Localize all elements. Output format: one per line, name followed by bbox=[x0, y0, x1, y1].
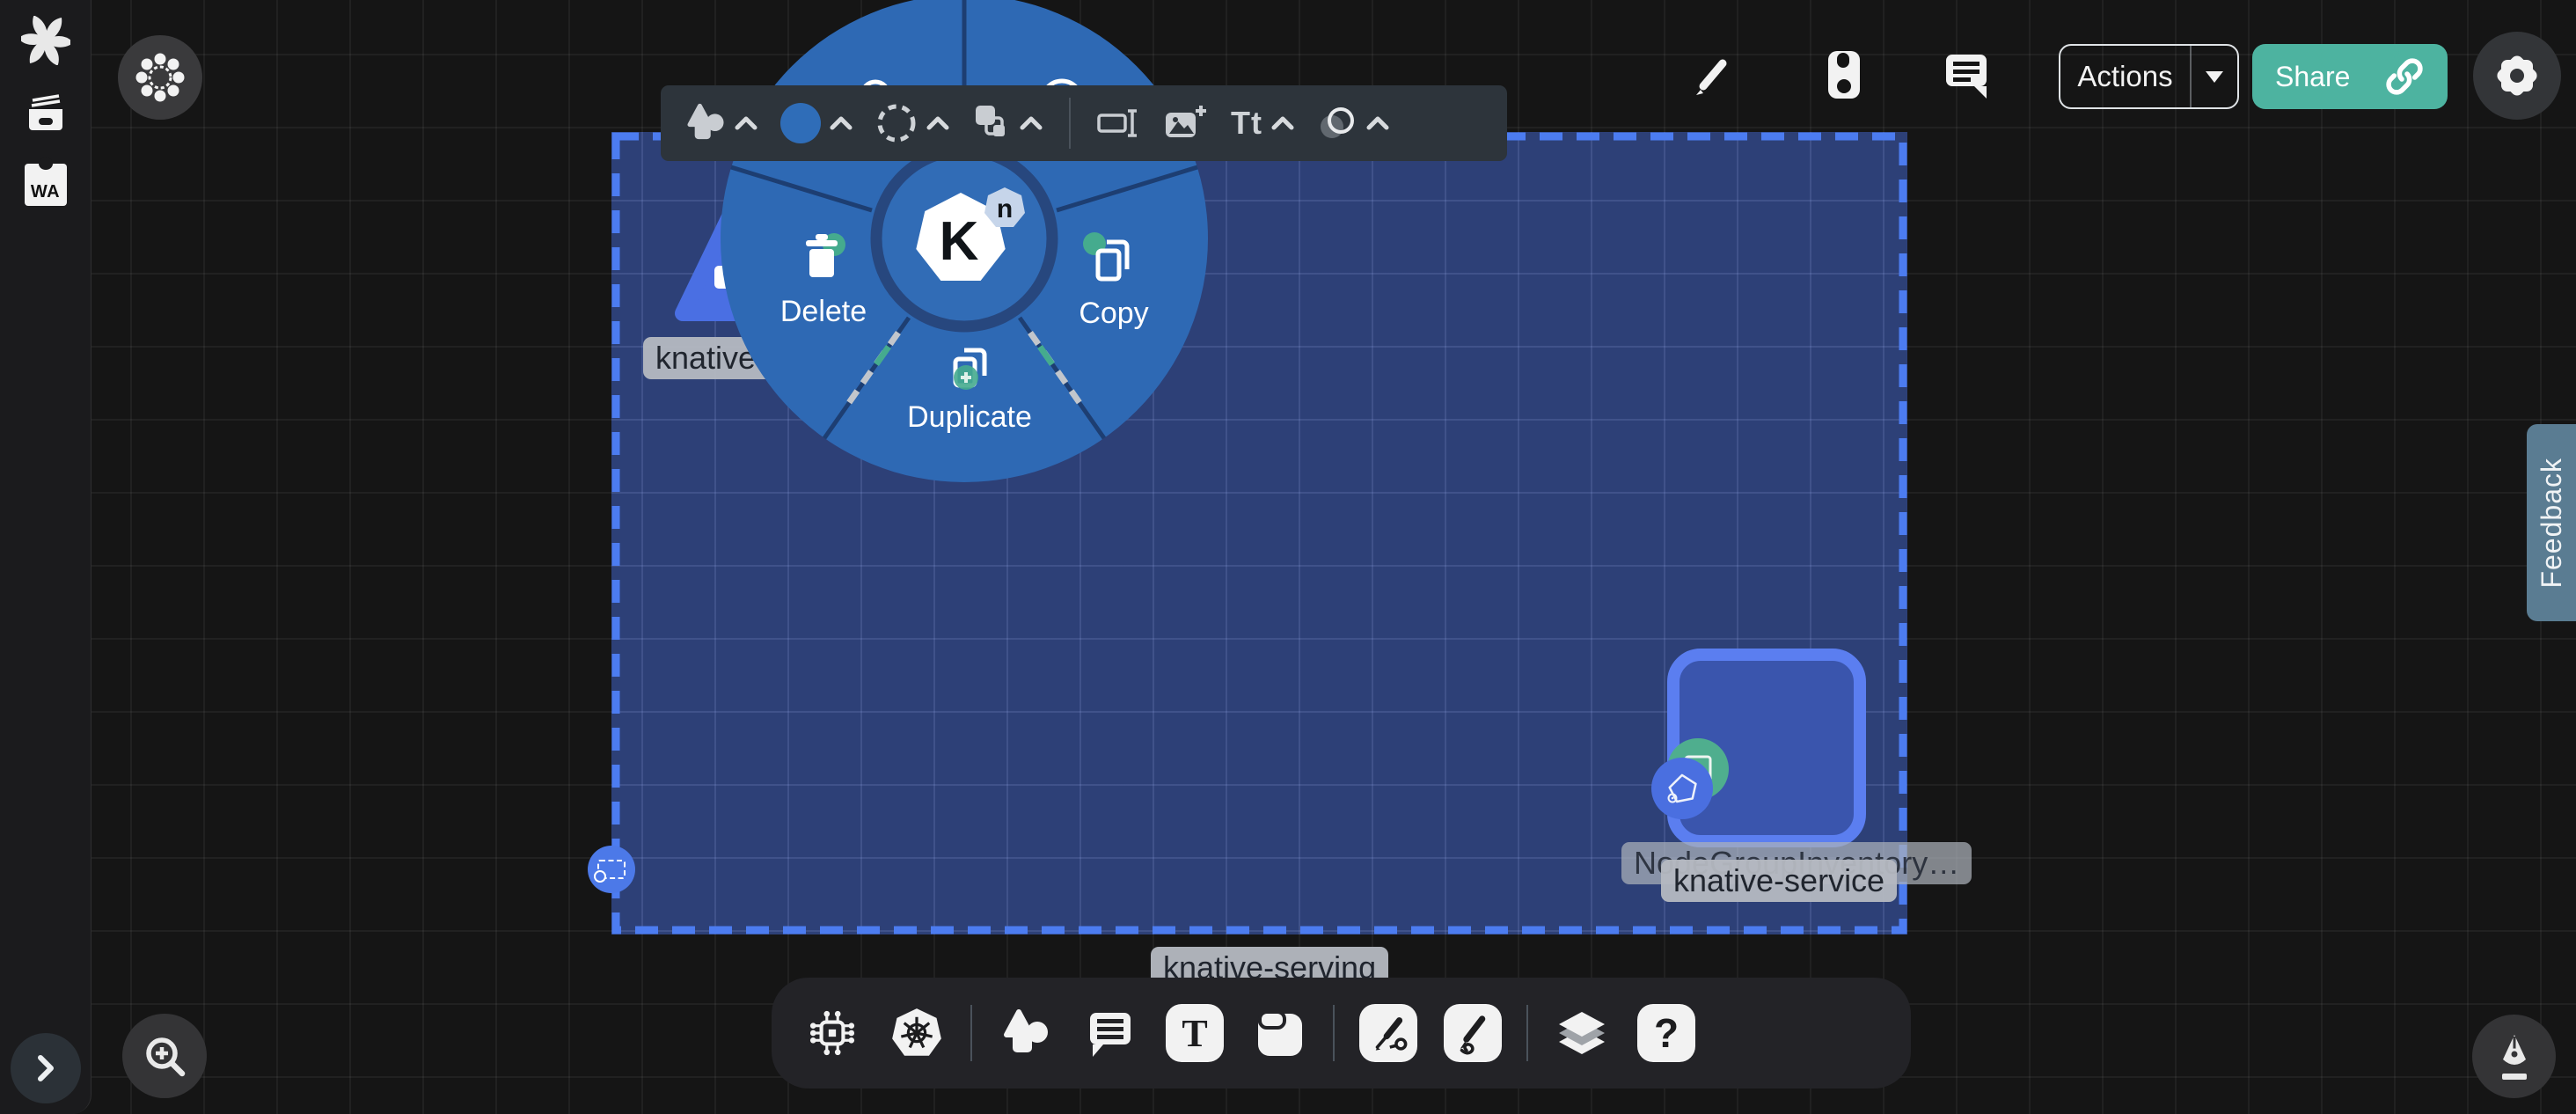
tool-layers[interactable] bbox=[1551, 1002, 1613, 1064]
edit-button[interactable] bbox=[1687, 51, 1737, 105]
pen-nib-icon bbox=[2491, 1031, 2538, 1082]
selection-handle[interactable] bbox=[588, 846, 635, 893]
layers-icon bbox=[1555, 1008, 1608, 1058]
webassembly-icon: WA bbox=[25, 164, 67, 206]
toolbar-divider bbox=[1526, 1005, 1528, 1061]
opacity-button[interactable] bbox=[1312, 105, 1394, 142]
caret-down-icon bbox=[2206, 71, 2223, 83]
pen-connector-icon bbox=[1359, 1004, 1417, 1062]
help-icon: ? bbox=[1637, 1004, 1695, 1062]
save-button[interactable] bbox=[1819, 49, 1869, 106]
diagram-canvas[interactable]: knative-s NodeGroupInventory… knative-se… bbox=[0, 0, 2576, 1114]
main-toolbar: T bbox=[772, 978, 1911, 1088]
kubernetes-icon bbox=[890, 1007, 943, 1059]
tool-shapes[interactable] bbox=[995, 1002, 1057, 1064]
shape-style-button[interactable] bbox=[680, 103, 763, 143]
actions-label: Actions bbox=[2060, 60, 2190, 93]
pencil-scribble-icon bbox=[1444, 1004, 1502, 1062]
svg-text:n: n bbox=[997, 194, 1013, 224]
lasso-icon bbox=[597, 860, 626, 879]
gear-icon bbox=[2490, 48, 2544, 103]
toolbar-divider bbox=[970, 1005, 972, 1061]
pen-mode-button[interactable] bbox=[2472, 1015, 2556, 1098]
svg-text:Delete: Delete bbox=[780, 295, 867, 328]
comment-icon bbox=[1943, 49, 1992, 100]
arrangement-button[interactable] bbox=[967, 104, 1048, 143]
left-sidebar: WA bbox=[0, 0, 91, 1114]
share-button[interactable]: Share bbox=[2252, 44, 2448, 109]
share-label: Share bbox=[2275, 61, 2350, 93]
border-style-button[interactable] bbox=[870, 102, 955, 144]
radial-context-menu: Delete Copy Duplicate K bbox=[718, 0, 1211, 485]
trash-icon bbox=[806, 234, 838, 277]
chevron-up-icon bbox=[830, 114, 853, 132]
add-image-icon bbox=[1164, 104, 1208, 143]
sidebar-item-archive[interactable] bbox=[21, 88, 70, 137]
chevron-up-icon bbox=[1366, 114, 1389, 132]
sidebar-item-webassembly[interactable]: WA bbox=[21, 160, 70, 209]
svg-text:Copy: Copy bbox=[1079, 297, 1148, 330]
comments-button[interactable] bbox=[1943, 49, 1992, 105]
tool-comment[interactable] bbox=[1079, 1002, 1141, 1064]
chevron-up-icon bbox=[1271, 114, 1294, 132]
app-logo[interactable] bbox=[21, 16, 70, 65]
tool-help[interactable]: ? bbox=[1636, 1002, 1697, 1064]
shapes-icon bbox=[1001, 1008, 1050, 1058]
chevron-up-icon bbox=[735, 114, 757, 132]
button-divider bbox=[2190, 46, 2192, 107]
archive-icon bbox=[24, 92, 68, 134]
actions-dropdown-button[interactable] bbox=[2192, 71, 2237, 83]
tool-kubernetes[interactable] bbox=[886, 1002, 948, 1064]
chevron-up-icon bbox=[926, 114, 949, 132]
tool-frame[interactable] bbox=[1248, 1002, 1310, 1064]
node-label-knative-service: knative-service bbox=[1661, 860, 1897, 902]
node-group[interactable] bbox=[1667, 649, 1866, 847]
tool-resources[interactable] bbox=[801, 1002, 863, 1064]
text-style-icon: Tt bbox=[1231, 105, 1262, 142]
add-image-button[interactable] bbox=[1159, 104, 1213, 143]
svg-text:Duplicate: Duplicate bbox=[907, 400, 1032, 434]
tool-draw[interactable] bbox=[1442, 1002, 1504, 1064]
actions-button[interactable]: Actions bbox=[2059, 44, 2239, 109]
toolbar-divider bbox=[1069, 98, 1071, 149]
svg-text:K: K bbox=[940, 211, 979, 272]
text-tool-icon: T bbox=[1166, 1004, 1224, 1062]
chip-icon bbox=[807, 1008, 858, 1059]
pencil-icon bbox=[1687, 51, 1737, 100]
opacity-icon bbox=[1317, 105, 1358, 142]
dashed-circle-icon bbox=[875, 102, 918, 144]
feedback-label: Feedback bbox=[2536, 458, 2568, 589]
zoom-in-icon bbox=[141, 1032, 188, 1080]
radial-menu-center-node[interactable]: K n bbox=[876, 150, 1052, 326]
comment-icon bbox=[1085, 1008, 1136, 1059]
tool-connector[interactable] bbox=[1358, 1002, 1419, 1064]
chevron-up-icon bbox=[1020, 114, 1043, 132]
frame-icon bbox=[1253, 1007, 1306, 1059]
flower-cluster-icon bbox=[135, 52, 186, 103]
feedback-tab[interactable]: Feedback bbox=[2527, 424, 2576, 621]
group-shapes-icon bbox=[972, 104, 1011, 143]
pinwheel-logo-icon bbox=[21, 16, 70, 65]
quick-style-toolbar: Tt bbox=[661, 85, 1507, 161]
settings-button[interactable] bbox=[2473, 32, 2561, 120]
pentagon-badge-icon[interactable] bbox=[1651, 758, 1713, 819]
link-icon bbox=[2384, 56, 2425, 97]
tool-text[interactable]: T bbox=[1164, 1002, 1226, 1064]
cluster-tool-button[interactable] bbox=[118, 35, 202, 120]
sidebar-expand-button[interactable] bbox=[11, 1033, 81, 1103]
text-style-button[interactable]: Tt bbox=[1226, 105, 1299, 142]
rename-icon bbox=[1097, 105, 1141, 142]
shapes-icon bbox=[685, 103, 726, 143]
fill-color-button[interactable] bbox=[775, 103, 858, 143]
rename-button[interactable] bbox=[1092, 105, 1146, 142]
chevron-right-icon bbox=[28, 1051, 63, 1086]
color-swatch-icon bbox=[780, 103, 821, 143]
toolbar-divider bbox=[1333, 1005, 1335, 1061]
zoom-in-button[interactable] bbox=[122, 1014, 207, 1098]
save-icon bbox=[1819, 49, 1869, 102]
